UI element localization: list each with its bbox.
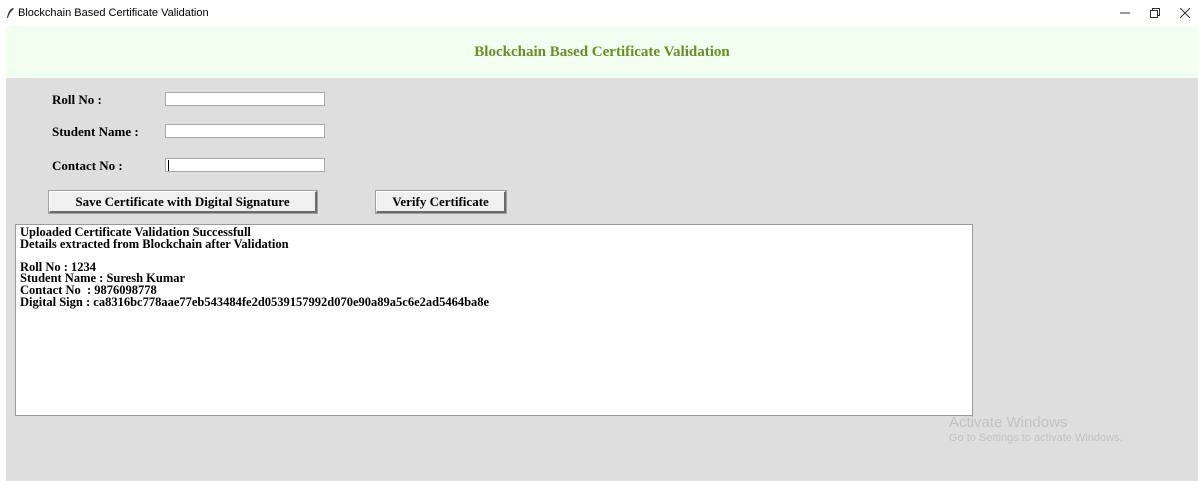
watermark-subtitle: Go to Settings to activate Windows.: [949, 432, 1123, 444]
output-text-area[interactable]: Uploaded Certificate Validation Successf…: [15, 224, 973, 416]
window-title: Blockchain Based Certificate Validation: [18, 7, 209, 19]
student-name-label: Student Name :: [52, 124, 139, 139]
close-icon: [1180, 8, 1190, 18]
watermark-title: Activate Windows: [949, 414, 1068, 431]
contact-no-label: Contact No :: [52, 158, 123, 173]
minimize-icon: [1120, 12, 1130, 14]
output-line: Student Name : Suresh Kumar: [20, 271, 186, 286]
header-banner: Blockchain Based Certificate Validation: [6, 26, 1198, 78]
app-window: Blockchain Based Certificate Validation …: [6, 26, 1198, 481]
verify-certificate-button[interactable]: Verify Certificate: [375, 190, 507, 214]
page-title: Blockchain Based Certificate Validation: [474, 43, 730, 60]
close-button[interactable]: [1170, 0, 1198, 26]
text-cursor: [168, 160, 169, 171]
contact-no-input[interactable]: [165, 158, 325, 172]
window-titlebar[interactable]: Blockchain Based Certificate Validation: [0, 0, 1198, 26]
minimize-button[interactable]: [1110, 0, 1140, 26]
output-line: Details extracted from Blockchain after …: [20, 236, 289, 251]
output-line: Digital Sign : ca8316bc778aae77eb543484f…: [20, 294, 490, 309]
activate-windows-watermark: Activate Windows Go to Settings to activ…: [949, 414, 1123, 445]
student-name-input[interactable]: [165, 124, 325, 138]
restore-button[interactable]: [1140, 0, 1170, 26]
save-certificate-button[interactable]: Save Certificate with Digital Signature: [48, 190, 318, 214]
restore-icon: [1150, 8, 1160, 18]
roll-no-input[interactable]: [165, 92, 325, 106]
feather-icon: [7, 8, 14, 18]
roll-no-label: Roll No :: [52, 92, 102, 107]
